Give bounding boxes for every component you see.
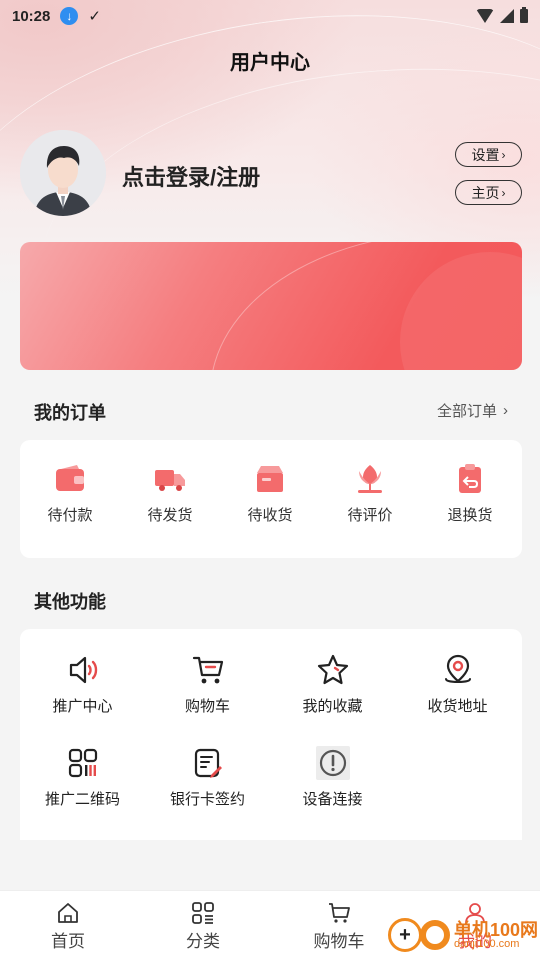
chevron-right-icon: ›: [501, 185, 506, 200]
page-title: 用户中心: [230, 52, 310, 74]
cart-icon: [329, 903, 350, 923]
func-item-label: 我的收藏: [302, 698, 363, 715]
func-item-label: 银行卡签约: [169, 791, 245, 808]
func-promotion-center[interactable]: 推广中心: [20, 653, 145, 716]
functions-card: 推广中心 购物车 我的收藏 收货地址 推广二维码 银行卡签约 设备连接: [20, 629, 522, 840]
watermark-main: 单机100网: [454, 919, 539, 940]
order-pending-receipt[interactable]: 待收货: [220, 462, 320, 525]
order-item-label: 待收货: [247, 507, 293, 524]
home-icon: [58, 903, 78, 923]
wifi-icon: [476, 9, 494, 23]
order-pending-review[interactable]: 待评价: [320, 462, 420, 525]
sign-doc-icon: [194, 748, 222, 778]
speaker-icon: [69, 656, 97, 684]
wallet-icon: [56, 465, 84, 491]
settings-label: 设置: [471, 146, 500, 163]
box-icon: [257, 466, 283, 492]
chevron-right-icon: ›: [501, 147, 506, 162]
status-indicators: [476, 7, 528, 23]
tab-label: 购物车: [313, 932, 365, 951]
login-register-link[interactable]: 点击登录/注册: [122, 160, 260, 192]
grid-icon: [192, 902, 214, 924]
all-orders-link[interactable]: 全部订单 ›: [437, 400, 508, 421]
functions-section-title: 其他功能: [34, 592, 106, 612]
order-item-label: 待发货: [147, 507, 193, 524]
orders-section-title: 我的订单: [34, 403, 106, 423]
orders-card: 待付款 待发货 待收货 待评价 退换货: [20, 440, 522, 558]
tab-home[interactable]: 首页: [28, 901, 108, 952]
home-page-button[interactable]: 主页 ›: [455, 180, 522, 205]
func-shopping-cart[interactable]: 购物车: [145, 653, 270, 716]
order-pending-payment[interactable]: 待付款: [20, 462, 120, 525]
tab-label: 分类: [186, 932, 220, 951]
order-item-label: 待付款: [47, 507, 93, 524]
chevron-right-icon: ›: [503, 402, 508, 419]
location-pin-icon: [444, 654, 471, 683]
all-orders-label: 全部订单: [436, 403, 497, 420]
func-my-favorites[interactable]: 我的收藏: [270, 653, 395, 716]
return-clipboard-icon: [459, 464, 481, 493]
flower-icon: [358, 465, 382, 493]
tab-label: 首页: [51, 932, 85, 951]
download-icon: ↓: [60, 7, 79, 25]
avatar-person-icon: [20, 130, 106, 216]
signal-icon: [500, 9, 514, 23]
func-item-label: 购物车: [184, 698, 230, 715]
qrcode-icon: [68, 748, 97, 778]
func-bank-card-signing[interactable]: 银行卡签约: [145, 746, 270, 809]
cart-icon: [192, 656, 223, 684]
tab-category[interactable]: 分类: [163, 901, 243, 952]
watermark-ring-icon: [420, 920, 450, 950]
order-pending-shipment[interactable]: 待发货: [120, 462, 220, 525]
star-icon: [317, 654, 348, 685]
check-icon: ✓: [88, 8, 101, 25]
order-item-label: 退换货: [447, 507, 493, 524]
battery-icon: [520, 7, 528, 23]
home-label: 主页: [471, 184, 500, 201]
watermark-sub: danji100.com: [454, 937, 520, 950]
watermark-plus-icon: +: [388, 918, 422, 952]
promo-banner[interactable]: [20, 242, 522, 370]
status-time: 10:28: [12, 7, 51, 25]
settings-button[interactable]: 设置 ›: [455, 142, 522, 167]
order-item-label: 待评价: [347, 507, 393, 524]
order-return-exchange[interactable]: 退换货: [420, 462, 520, 525]
func-item-label: 设备连接: [302, 791, 363, 808]
func-item-label: 推广中心: [52, 698, 113, 715]
truck-icon: [155, 470, 185, 491]
status-bar: 10:28 ↓ ✓: [0, 0, 540, 32]
tab-cart[interactable]: 购物车: [299, 901, 379, 952]
func-item-label: 收货地址: [427, 698, 488, 715]
avatar[interactable]: [20, 130, 106, 216]
func-promotion-qrcode[interactable]: 推广二维码: [20, 746, 145, 809]
alert-circle-icon: [315, 746, 350, 780]
site-watermark: + 单机100网 danji100.com: [388, 912, 540, 958]
watermark-text: 单机100网 danji100.com: [454, 921, 538, 950]
func-device-connection[interactable]: 设备连接: [270, 746, 395, 809]
func-item-label: 推广二维码: [44, 791, 120, 808]
func-shipping-address[interactable]: 收货地址: [395, 653, 520, 716]
